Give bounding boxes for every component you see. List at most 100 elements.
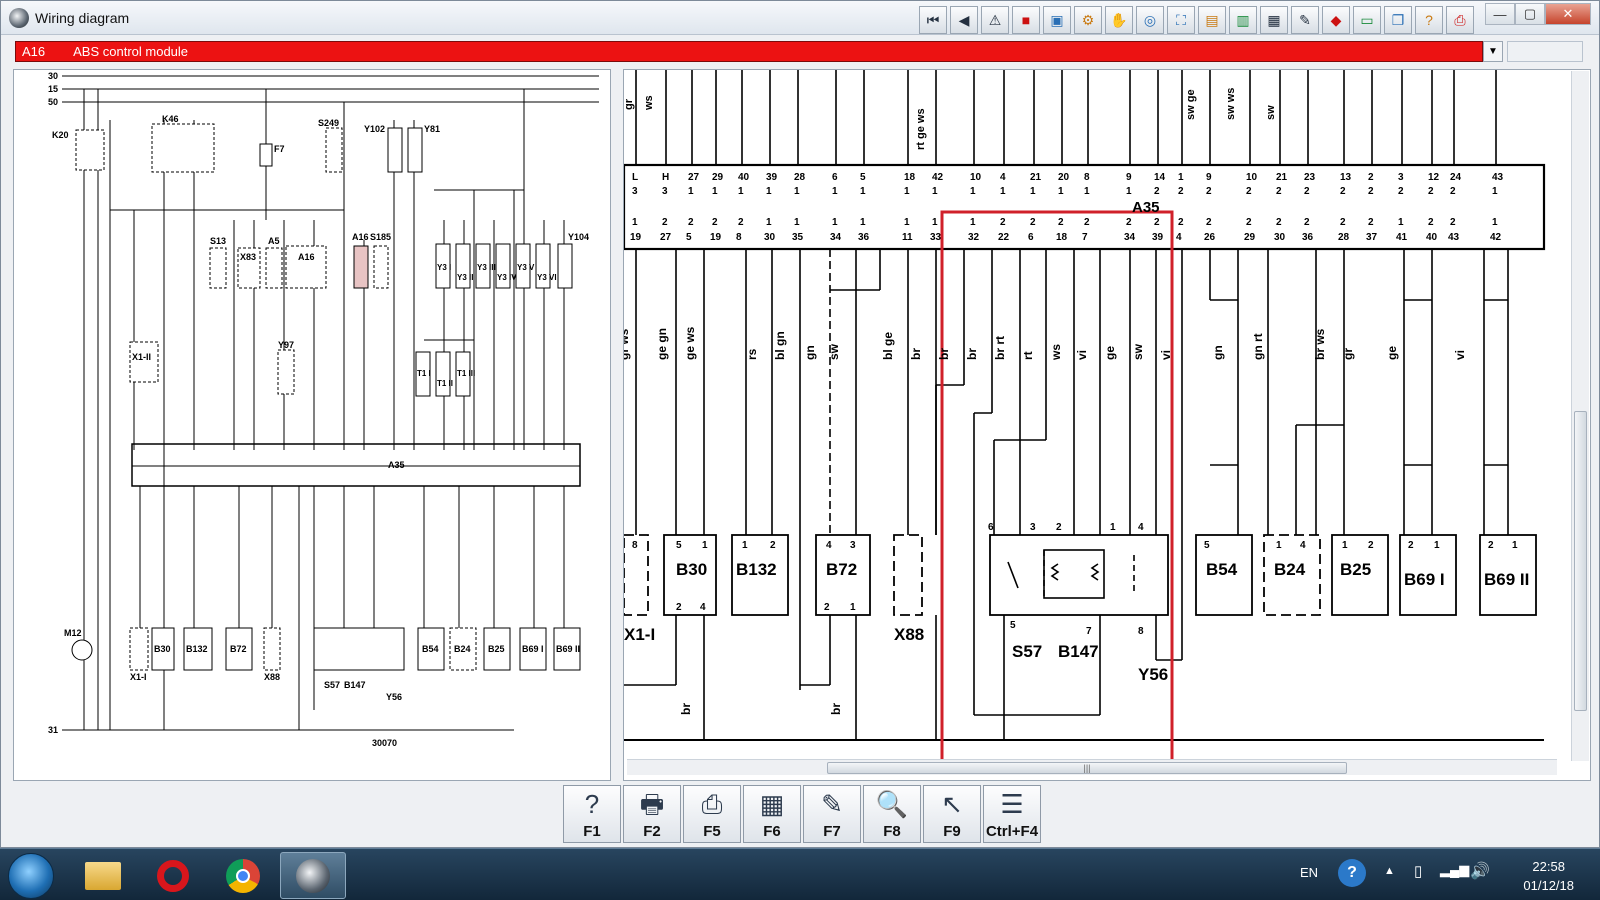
detail-diagram-panel[interactable]: L 3 H 3 27 1 29 1 40 1 39 1 28 1 6 1 5 1 18 1 42 1 10 1 4 1 21 1 20 1… bbox=[617, 69, 1591, 800]
pin-top-sub-label: 1 bbox=[860, 186, 866, 197]
overview-y3-v: Y3 V bbox=[517, 263, 535, 272]
opera-icon[interactable] bbox=[140, 852, 206, 899]
wire-color-label: rt ge ws bbox=[915, 108, 927, 150]
pin-bottom-prefix: 2 bbox=[738, 217, 744, 228]
page-number: 30070 bbox=[372, 738, 397, 748]
component-selector[interactable]: A16 ABS control module bbox=[15, 41, 1483, 62]
settings-icon[interactable]: ⚙ bbox=[1074, 6, 1102, 34]
pin-bottom-prefix: 2 bbox=[1084, 217, 1090, 228]
pin-bottom-prefix: 1 bbox=[1398, 217, 1404, 228]
prev-page-icon[interactable]: ◀ bbox=[950, 6, 978, 34]
volume-icon[interactable]: 🔊 bbox=[1470, 861, 1490, 881]
wire-color-label: br bbox=[965, 348, 979, 360]
close-icon[interactable]: ✕ bbox=[1545, 3, 1591, 25]
pin-bottom-prefix: 1 bbox=[904, 217, 910, 228]
fkey-f8[interactable]: 🔍 F8 bbox=[863, 785, 921, 843]
clock[interactable]: 22:58 01/12/18 bbox=[1523, 857, 1574, 895]
toolbar: ⏮ ◀ ⚠ ■ ▣ ⚙ ✋ ◎ ⛶ ▤ ▥ ▦ ✎ ◆ ▭ ❐ ? ⎙ bbox=[919, 6, 1474, 34]
pin-bottom-prefix: 2 bbox=[1428, 217, 1434, 228]
pin-bottom-label: 42 bbox=[1490, 232, 1502, 243]
wire-color-label: rt bbox=[1021, 351, 1035, 360]
zoom-icon[interactable]: ◎ bbox=[1136, 6, 1164, 34]
fkey-f1[interactable]: ? F1 bbox=[563, 785, 621, 843]
tray-expand-icon[interactable]: ▲ bbox=[1384, 865, 1395, 877]
clock-date: 01/12/18 bbox=[1523, 878, 1574, 893]
help-tray-icon[interactable]: ? bbox=[1338, 859, 1366, 887]
hand-icon[interactable]: ✋ bbox=[1105, 6, 1133, 34]
color-icon[interactable]: ■ bbox=[1012, 6, 1040, 34]
pin-top-sub-label: 1 bbox=[904, 186, 910, 197]
wire-color-label: br bbox=[909, 348, 923, 360]
pin-bottom-label: 39 bbox=[1152, 232, 1164, 243]
fkey-f9[interactable]: ↖ F9 bbox=[923, 785, 981, 843]
wire-color-label: ge bbox=[1103, 346, 1117, 360]
pin-bottom-prefix: 1 bbox=[860, 217, 866, 228]
map-icon[interactable]: ⛶ bbox=[1167, 6, 1195, 34]
wire-color-label: br bbox=[829, 703, 843, 715]
print-icon[interactable]: ⎙ bbox=[1446, 6, 1474, 34]
first-page-icon[interactable]: ⏮ bbox=[919, 6, 947, 34]
overview-k46: K46 bbox=[162, 114, 179, 124]
fkey-f7[interactable]: ✎ F7 bbox=[803, 785, 861, 843]
pin-top-label: 28 bbox=[794, 172, 806, 183]
fkey-f2[interactable]: 🖶 F2 bbox=[623, 785, 681, 843]
panel-icon[interactable]: ▣ bbox=[1043, 6, 1071, 34]
folder-icon[interactable]: ▤ bbox=[1198, 6, 1226, 34]
pin-top-sub-label: 1 bbox=[832, 186, 838, 197]
network-icon[interactable]: ▂▄▆ bbox=[1440, 862, 1469, 878]
chrome-icon[interactable] bbox=[210, 852, 276, 899]
monitor-icon[interactable]: ▭ bbox=[1353, 6, 1381, 34]
overview-t1-i: T1 I bbox=[417, 369, 431, 378]
pin-top-label: 10 bbox=[1246, 172, 1258, 183]
fkey-label: F9 bbox=[943, 823, 961, 840]
file-explorer-icon[interactable] bbox=[70, 852, 136, 899]
overview-x1-i: X1-I bbox=[130, 672, 147, 682]
wire-color-label: gn bbox=[1211, 345, 1225, 360]
pin-bottom-label: 34 bbox=[830, 232, 842, 243]
fkey-ctrl-f4[interactable]: ☰ Ctrl+F4 bbox=[983, 785, 1041, 843]
wiring-app-taskbar-icon[interactable] bbox=[280, 852, 346, 899]
detail-diagram: L3H3271291401391281615118142110141211201… bbox=[617, 70, 1546, 800]
window-icon[interactable]: ❐ bbox=[1384, 6, 1412, 34]
pin-bottom-label: 30 bbox=[1274, 232, 1286, 243]
fkey-f6[interactable]: ▦ F6 bbox=[743, 785, 801, 843]
language-indicator[interactable]: EN bbox=[1300, 865, 1318, 880]
pen-icon[interactable]: ✎ bbox=[1291, 6, 1319, 34]
component-pin-label: 4 bbox=[1300, 540, 1306, 551]
battery-icon[interactable]: ▯ bbox=[1414, 862, 1422, 880]
fkey-label: F6 bbox=[763, 823, 781, 840]
maximize-icon[interactable]: ▢ bbox=[1515, 3, 1545, 25]
component-pin-label: 4 bbox=[700, 602, 706, 613]
table-icon[interactable]: ▦ bbox=[1260, 6, 1288, 34]
vertical-scrollbar[interactable] bbox=[1571, 71, 1589, 761]
help-icon[interactable]: ? bbox=[1415, 6, 1443, 34]
fkey-f5[interactable]: ⎙ F5 bbox=[683, 785, 741, 843]
pin-bottom-prefix: 2 bbox=[662, 217, 668, 228]
wire-color-label: sw bbox=[1131, 343, 1145, 360]
comp-x1-i: X1-I bbox=[624, 625, 655, 644]
horizontal-scrollbar[interactable]: ||| bbox=[627, 759, 1557, 775]
car-icon[interactable]: ◆ bbox=[1322, 6, 1350, 34]
pin-bottom-prefix: 1 bbox=[970, 217, 976, 228]
pin-bottom-prefix: 1 bbox=[1492, 217, 1498, 228]
save-icon[interactable]: ▥ bbox=[1229, 6, 1257, 34]
bus-50-label: 50 bbox=[48, 97, 58, 107]
chevron-down-icon[interactable]: ▼ bbox=[1483, 41, 1503, 62]
pin-bottom-label: 34 bbox=[1124, 232, 1136, 243]
pin-bottom-prefix: 2 bbox=[712, 217, 718, 228]
pin-bottom-label: 11 bbox=[902, 232, 913, 243]
minimize-icon[interactable]: — bbox=[1485, 3, 1515, 25]
secondary-dropdown[interactable] bbox=[1507, 41, 1583, 62]
overview-diagram-panel[interactable]: 30 15 50 31 30070 A35 K20 K46 F7 S249 Y1… bbox=[13, 69, 611, 781]
start-button[interactable] bbox=[8, 853, 54, 899]
ground-31-label: 31 bbox=[48, 725, 58, 735]
scroll-thumb[interactable]: ||| bbox=[827, 762, 1347, 774]
overview-y104: Y104 bbox=[568, 232, 589, 242]
warning-icon[interactable]: ⚠ bbox=[981, 6, 1009, 34]
component-pin-label: 4 bbox=[826, 540, 832, 551]
pin-top-sub-label: 1 bbox=[932, 186, 938, 197]
wire-color-label: rs bbox=[745, 348, 759, 360]
scroll-thumb-vertical[interactable] bbox=[1574, 411, 1587, 711]
overview-x88: X88 bbox=[264, 672, 280, 682]
pin-bottom-label: 19 bbox=[710, 232, 722, 243]
